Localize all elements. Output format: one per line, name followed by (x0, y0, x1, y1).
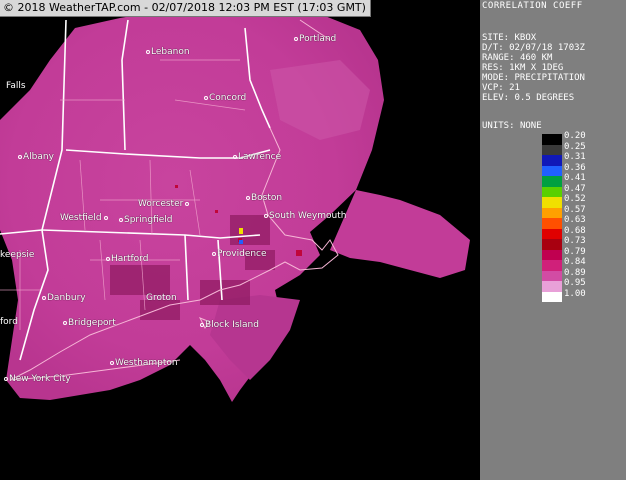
radar-map[interactable]: Portland Lebanon Falls Concord Albany La… (0, 0, 480, 480)
scale-tick-label: 0.47 (564, 183, 586, 194)
city-label: Danbury (42, 293, 86, 303)
scale-swatch (542, 207, 562, 218)
scale-swatch (542, 155, 562, 166)
scale-swatch (542, 260, 562, 271)
city-marker-icon (185, 201, 190, 206)
scale-swatch (542, 176, 562, 187)
city-marker-icon (103, 215, 108, 220)
scale-tick-label: 0.95 (564, 278, 586, 288)
city-marker-icon (246, 195, 250, 200)
city-label: keepsie (0, 250, 35, 260)
city-label: Westfield (60, 213, 109, 223)
color-scale-ticks: 0.20 0.25 0.31 0.36 0.41 0.47 0.52 0.57 0.63 0.68… (564, 131, 586, 299)
city-label: Falls (6, 81, 26, 91)
city-marker-icon (146, 49, 150, 54)
meta-row: RANGE: 460 KM (482, 53, 553, 63)
city-label: Westhampton (110, 358, 178, 368)
scale-swatch (542, 228, 562, 239)
meta-row: ELEV: 0.5 DEGREES (482, 93, 575, 103)
city-marker-icon (106, 256, 110, 261)
meta-row: SITE: KBOX (482, 33, 537, 43)
city-marker-icon (204, 95, 208, 100)
units-label: UNITS: NONE (482, 121, 542, 131)
copyright-timestamp-banner: © 2018 WeatherTAP.com - 02/07/2018 12:03… (0, 0, 371, 17)
scale-tick-label: 0.73 (564, 236, 586, 246)
city-label: Concord (204, 93, 246, 103)
scale-tick-label: 1.00 (564, 288, 586, 299)
city-label: Hartford (106, 254, 148, 264)
city-marker-icon (42, 295, 46, 300)
scale-swatch (542, 291, 562, 302)
city-label: Lebanon (146, 47, 190, 57)
radar-echo-layer (0, 4, 470, 402)
city-marker-icon (200, 322, 204, 327)
scale-swatch (542, 218, 562, 229)
scale-swatch (542, 134, 562, 145)
meta-row: VCP: 21 (482, 83, 520, 93)
scale-tick-label: 0.52 (564, 194, 586, 204)
city-label: Boston (246, 193, 282, 203)
city-label: Providence (212, 249, 267, 259)
scale-tick-label: 0.89 (564, 267, 586, 278)
scale-tick-label: 0.57 (564, 204, 586, 215)
city-label: ford (0, 317, 18, 327)
legend-panel: CORRELATION COEFF SITE: KBOX D/T: 02/07/… (480, 0, 626, 480)
city-label: New York City (4, 374, 71, 384)
scale-tick-label: 0.36 (564, 162, 586, 173)
radar-metadata: SITE: KBOX D/T: 02/07/18 1703Z RANGE: 46… (482, 33, 585, 103)
city-marker-icon (18, 154, 22, 159)
scale-tick-label: 0.68 (564, 225, 586, 236)
city-label: Portland (294, 34, 336, 44)
meta-row: MODE: PRECIPITATION (482, 73, 585, 83)
city-label: Bridgeport (63, 318, 116, 328)
city-label: Groton (146, 293, 177, 303)
city-marker-icon (212, 251, 216, 256)
scale-swatch (542, 144, 562, 155)
scale-swatch (542, 197, 562, 208)
city-label: Lawrence (233, 152, 281, 162)
city-label: Worcester (138, 199, 190, 209)
scale-tick-label: 0.79 (564, 246, 586, 257)
city-marker-icon (4, 376, 8, 381)
color-scale (542, 134, 562, 302)
scale-tick-label: 0.31 (564, 152, 586, 162)
scale-swatch (542, 270, 562, 281)
scale-swatch (542, 239, 562, 250)
scale-swatch (542, 281, 562, 292)
city-label: South Weymouth (264, 211, 346, 221)
meta-row: D/T: 02/07/18 1703Z (482, 43, 585, 53)
city-marker-icon (233, 154, 237, 159)
city-label: Albany (18, 152, 54, 162)
city-marker-icon (63, 320, 67, 325)
scale-tick-label: 0.20 (564, 131, 586, 141)
scale-tick-label: 0.25 (564, 141, 586, 152)
city-marker-icon (264, 213, 268, 218)
city-label: Block Island (200, 320, 259, 330)
scale-tick-label: 0.63 (564, 215, 586, 225)
scale-tick-label: 0.41 (564, 173, 586, 183)
radar-screen: Portland Lebanon Falls Concord Albany La… (0, 0, 626, 480)
city-marker-icon (294, 36, 298, 41)
scale-swatch (542, 249, 562, 260)
product-title: CORRELATION COEFF (482, 1, 583, 11)
scale-swatch (542, 165, 562, 176)
scale-tick-label: 0.84 (564, 257, 586, 267)
meta-row: RES: 1KM X 1DEG (482, 63, 564, 73)
city-marker-icon (110, 360, 114, 365)
city-marker-icon (119, 217, 123, 222)
city-label: Springfield (119, 215, 172, 225)
scale-swatch (542, 186, 562, 197)
